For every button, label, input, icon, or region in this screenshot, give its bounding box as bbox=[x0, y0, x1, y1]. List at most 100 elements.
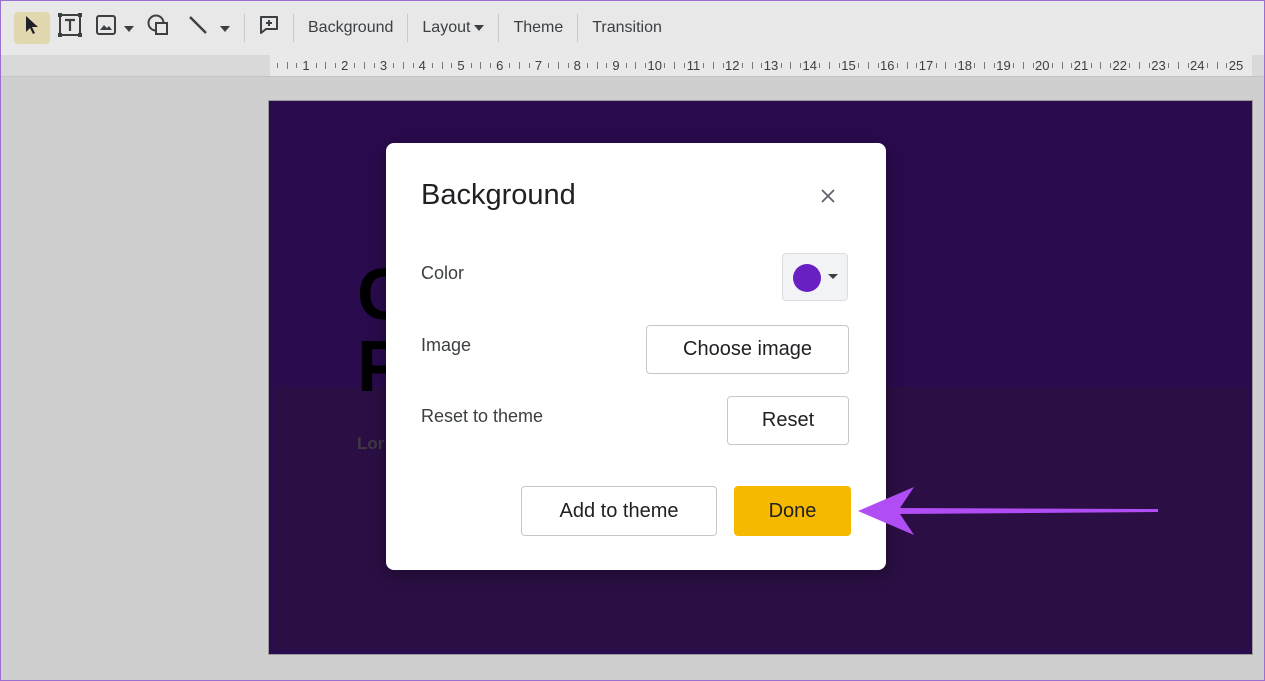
caret-down-icon bbox=[124, 19, 134, 37]
ruler-tick bbox=[519, 62, 521, 69]
ruler-tick bbox=[935, 63, 937, 68]
ruler-tick bbox=[441, 62, 443, 69]
ruler-tick bbox=[1110, 63, 1112, 68]
new-comment-icon bbox=[258, 14, 280, 41]
text-box-icon bbox=[57, 12, 83, 43]
ruler-number: 6 bbox=[496, 58, 504, 73]
horizontal-ruler[interactable]: 1 2 3 4 5 6 7 8 9 10 11 12 13 14 15 16 17 18 19 20 21 22 23 24 2… bbox=[0, 55, 1265, 77]
shape-button[interactable] bbox=[142, 12, 174, 44]
ruler-number: 17 bbox=[918, 58, 934, 73]
insert-image-button[interactable] bbox=[90, 12, 122, 44]
ruler-tick bbox=[364, 62, 366, 69]
ruler-tick bbox=[867, 62, 869, 69]
layout-label: Layout bbox=[422, 18, 471, 36]
close-icon bbox=[820, 188, 836, 209]
reset-to-theme-label: Reset to theme bbox=[421, 406, 544, 426]
ruler-tick bbox=[373, 63, 375, 68]
ruler-number: 21 bbox=[1073, 58, 1089, 73]
ruler-tick bbox=[490, 63, 492, 68]
line-button[interactable] bbox=[182, 12, 214, 44]
ruler-number: 25 bbox=[1228, 58, 1244, 73]
ruler-tick bbox=[993, 63, 995, 68]
ruler-tick bbox=[548, 63, 550, 68]
color-label: Color bbox=[421, 263, 465, 283]
ruler-number: 16 bbox=[880, 58, 895, 73]
ruler-number: 13 bbox=[763, 58, 779, 73]
done-button[interactable]: Done bbox=[734, 486, 851, 536]
text-box-button[interactable] bbox=[54, 12, 86, 44]
choose-image-button[interactable]: Choose image bbox=[646, 325, 849, 374]
ruler-tick bbox=[1061, 62, 1063, 69]
ruler-tick bbox=[741, 63, 743, 68]
ruler-tick bbox=[393, 63, 395, 68]
ruler-tick bbox=[451, 63, 453, 68]
ruler-number: 2 bbox=[341, 58, 349, 73]
ruler-tick bbox=[877, 63, 879, 68]
new-comment-button[interactable] bbox=[253, 12, 285, 44]
reset-button[interactable]: Reset bbox=[727, 396, 849, 445]
caret-down-icon bbox=[828, 274, 838, 279]
ruler-tick bbox=[402, 62, 404, 69]
ruler-tick bbox=[790, 62, 792, 69]
ruler-tick bbox=[1071, 63, 1073, 68]
ruler-tick bbox=[1051, 63, 1053, 68]
ruler-tick bbox=[858, 63, 860, 68]
ruler-tick bbox=[596, 62, 598, 69]
line-dropdown-button[interactable] bbox=[214, 12, 236, 44]
ruler-tick bbox=[625, 63, 627, 68]
theme-button[interactable]: Theme bbox=[507, 12, 569, 44]
background-dialog: Background Color Image Choose image Rese… bbox=[386, 143, 886, 570]
ruler-number: 11 bbox=[686, 58, 701, 73]
ruler-tick bbox=[1177, 62, 1179, 69]
shape-icon bbox=[146, 13, 170, 42]
transition-button[interactable]: Transition bbox=[586, 12, 668, 44]
ruler-tick bbox=[761, 63, 763, 68]
ruler-number: 5 bbox=[457, 58, 465, 73]
toolbar-divider bbox=[407, 13, 409, 42]
ruler-tick bbox=[586, 63, 588, 68]
ruler-tick bbox=[1206, 63, 1208, 68]
ruler-number: 3 bbox=[379, 58, 388, 73]
add-to-theme-button[interactable]: Add to theme bbox=[521, 486, 717, 536]
ruler-number: 9 bbox=[612, 58, 620, 73]
ruler-tick bbox=[683, 63, 685, 68]
caret-down-icon bbox=[474, 24, 485, 31]
ruler-tick bbox=[945, 62, 947, 69]
ruler-tick bbox=[1187, 63, 1189, 68]
ruler-number: 23 bbox=[1151, 58, 1166, 73]
ruler-tick bbox=[431, 63, 433, 68]
image-label: Image bbox=[421, 335, 472, 355]
ruler-tick bbox=[906, 62, 908, 69]
color-picker-button[interactable] bbox=[782, 253, 848, 301]
ruler-tick bbox=[800, 63, 802, 68]
ruler-number: 18 bbox=[957, 58, 972, 73]
ruler-tick bbox=[712, 62, 714, 69]
ruler-tick bbox=[296, 63, 298, 68]
ruler-tick bbox=[480, 62, 482, 69]
ruler-number: 22 bbox=[1112, 58, 1127, 73]
background-menu-button[interactable]: Background bbox=[302, 12, 399, 44]
ruler-tick bbox=[1129, 63, 1131, 68]
ruler-number: 15 bbox=[841, 58, 856, 73]
toolbar-divider bbox=[293, 13, 294, 42]
ruler-tick bbox=[751, 62, 753, 69]
close-button[interactable] bbox=[811, 181, 845, 215]
ruler-tick bbox=[645, 63, 647, 68]
ruler-tick bbox=[829, 62, 831, 69]
ruler-tick bbox=[606, 63, 608, 68]
ruler-tick bbox=[557, 62, 559, 69]
image-dropdown-button[interactable] bbox=[122, 12, 136, 44]
ruler-tick bbox=[955, 63, 957, 68]
ruler-tick bbox=[664, 63, 666, 68]
ruler-number: 7 bbox=[534, 58, 543, 73]
ruler-tick bbox=[528, 63, 530, 68]
ruler-tick bbox=[974, 63, 976, 68]
ruler-number: 24 bbox=[1190, 58, 1205, 73]
select-tool-button[interactable] bbox=[14, 11, 50, 44]
slide-subtitle[interactable]: Lor bbox=[357, 434, 384, 454]
ruler-tick bbox=[354, 63, 356, 68]
ruler-number: 1 bbox=[302, 58, 310, 73]
ruler-tick bbox=[1013, 63, 1015, 68]
layout-menu-button[interactable]: Layout bbox=[416, 12, 490, 44]
ruler-tick bbox=[1226, 63, 1228, 68]
